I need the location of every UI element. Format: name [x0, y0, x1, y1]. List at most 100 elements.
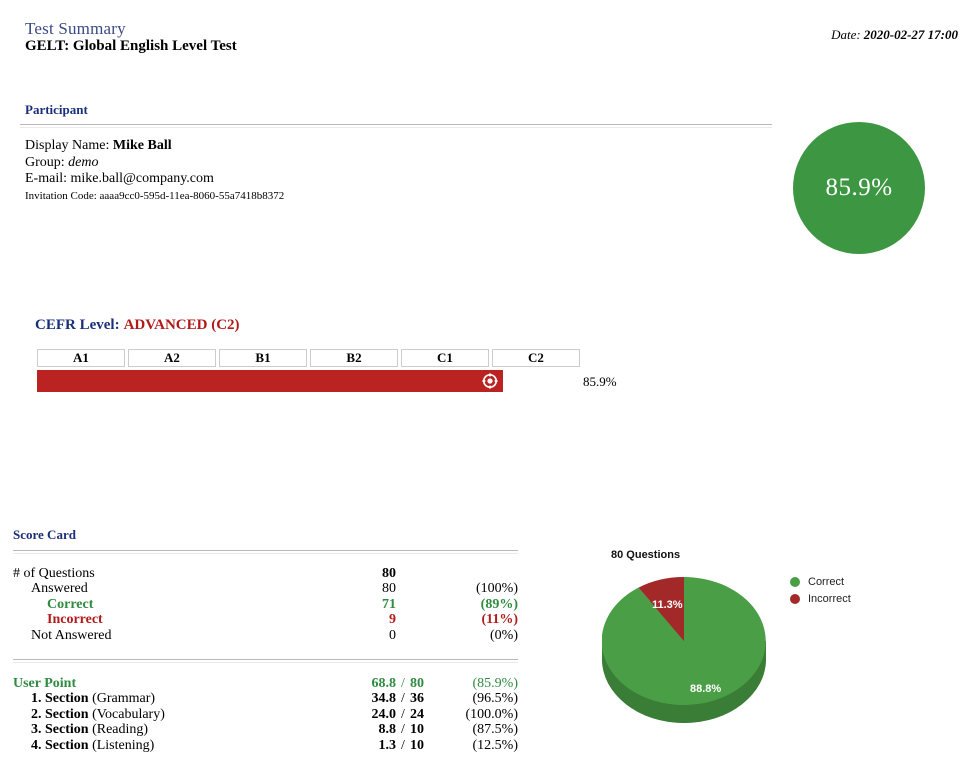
userpoint-row-total: 80: [410, 676, 424, 691]
userpoint-row-score: 34.8: [371, 691, 397, 707]
scorecard-row-value: 80: [382, 581, 396, 597]
userpoint-row-label: 4. Section (Listening): [13, 738, 336, 753]
overall-score-badge: 85.9%: [793, 122, 925, 254]
scorecard-row-spacer2: [410, 597, 446, 612]
userpoint-row-sublabel: (Reading): [92, 722, 149, 738]
participant-section-heading: Participant: [25, 102, 88, 117]
question-pie-chart: 80 Questions 11.3% 88.8% Correct Incorrec…: [590, 540, 966, 770]
group-value: demo: [68, 154, 99, 170]
scorecard-row-label: Not Answered: [31, 627, 112, 643]
scorecard-row: Incorrect 9 (11%): [13, 612, 518, 627]
pie-legend: Correct Incorrect: [790, 573, 851, 607]
display-name-label: Display Name:: [25, 138, 110, 153]
report-header: Test Summary GELT: Global English Level …: [0, 0, 966, 80]
userpoint-row-section: 4. Section: [31, 737, 89, 753]
scorecard-row-value: 80: [382, 566, 396, 581]
group-label: Group:: [25, 154, 65, 170]
scorecard-row-percent: (89%): [480, 596, 518, 612]
userpoint-row-total: 10: [410, 737, 424, 753]
userpoint-row-score: 8.8: [378, 722, 397, 738]
userpoint-row-sublabel: (Grammar): [92, 691, 156, 707]
participant-group-row: Group: demo: [25, 155, 284, 172]
cefr-level-cell-c2: C2: [492, 349, 580, 367]
scorecard-divider-middle: [13, 659, 518, 663]
userpoint-row-percent: (87.5%): [472, 722, 519, 738]
scorecard-row-label: Answered: [31, 581, 88, 597]
userpoint-row: 2. Section (Vocabulary) 24.0/ 24 (100.0%): [13, 707, 518, 722]
scorecard-row: # of Questions 80: [13, 566, 518, 581]
userpoint-row-sublabel: (Listening): [92, 737, 155, 753]
userpoint-row: 1. Section (Grammar) 34.8/ 36 (96.5%): [13, 691, 518, 706]
scorecard-row-percent: [446, 566, 518, 581]
userpoint-row-score: 68.8: [371, 676, 397, 691]
email-label: E-mail:: [25, 171, 67, 186]
scorecard-row-spacer2: [410, 628, 446, 643]
scorecard-row: Answered 80 (100%): [13, 581, 518, 596]
pie-legend-label: Correct: [808, 575, 845, 588]
overall-score-value: 85.9%: [825, 174, 893, 201]
test-name: GELT: Global English Level Test: [25, 38, 237, 54]
cefr-level-label: CEFR Level:: [35, 317, 120, 333]
scorecard-row-spacer2: [410, 566, 446, 581]
cefr-level-cell-b2: B2: [310, 349, 398, 367]
legend-color-dot-icon: [790, 576, 800, 587]
userpoint-row-percent: (100.0%): [465, 706, 519, 722]
pie-graphic: [601, 575, 782, 730]
cefr-bar-fill: [37, 370, 503, 392]
scorecard-section-heading: Score Card: [13, 527, 76, 542]
participant-divider: [20, 124, 772, 128]
scorecard-row-spacer: [396, 581, 410, 596]
cefr-level-cell-a2: A2: [128, 349, 216, 367]
scorecard-row-percent: (11%): [481, 612, 518, 628]
userpoint-row-total: 36: [410, 691, 424, 707]
userpoint-row-total: 10: [410, 722, 424, 738]
invitation-code-value: aaaa9cc0-595d-11ea-8060-55a7418b8372: [99, 189, 285, 202]
scorecard-row-value: 9: [389, 612, 396, 628]
userpoint-row-score: 1.3: [378, 737, 397, 753]
userpoint-table: User Point 68.8 / 80 (85.9%) 1. Section (Gram…: [13, 676, 518, 753]
email-value: mike.ball@company.com: [70, 171, 214, 186]
report-date-label: Date:: [831, 27, 861, 42]
userpoint-row-total: 24: [410, 706, 424, 722]
cefr-scale: A1 A2 B1 B2 C1 C2: [37, 349, 580, 367]
scorecard-table: # of Questions 80 Answered 80 (100%) Correct 7…: [13, 566, 518, 643]
pie-chart-title: 80 Questions: [611, 549, 681, 561]
userpoint-row-percent: (85.9%): [472, 676, 519, 691]
cefr-level-heading: CEFR Level: ADVANCED (C2): [35, 317, 240, 334]
userpoint-row-section: User Point: [13, 676, 77, 691]
userpoint-row-section: 1. Section: [31, 691, 89, 707]
userpoint-row-sublabel: (Vocabulary): [92, 706, 165, 722]
pie-legend-label: Incorrect: [808, 592, 851, 605]
userpoint-row-label: 2. Section (Vocabulary): [13, 707, 336, 722]
userpoint-row-label: 3. Section (Reading): [13, 722, 336, 737]
scorecard-row-value: 0: [389, 627, 396, 643]
userpoint-row-slash: /: [401, 706, 405, 722]
cefr-percent-text: 85.9%: [583, 374, 617, 389]
page-title: Test Summary: [25, 19, 126, 38]
cefr-bar-track: [37, 370, 580, 392]
legend-color-dot-icon: [790, 593, 800, 604]
participant-invitation-row: Invitation Code: aaaa9cc0-595d-11ea-8060…: [25, 189, 284, 204]
scorecard-divider-top: [13, 550, 518, 554]
pie-legend-item: Incorrect: [790, 590, 851, 607]
userpoint-row-slash: /: [401, 737, 405, 753]
userpoint-row-label: 1. Section (Grammar): [13, 691, 336, 706]
scorecard-row-spacer: [396, 612, 410, 627]
scorecard-row-label: Incorrect: [47, 612, 103, 628]
scorecard-row-spacer2: [410, 612, 446, 627]
report-date-value: 2020-02-27 17:00: [863, 27, 958, 42]
participant-email-row: E-mail: mike.ball@company.com: [25, 171, 284, 188]
userpoint-row: 3. Section (Reading) 8.8/ 10 (87.5%): [13, 722, 518, 737]
pie-slice-label-incorrect: 11.3%: [652, 599, 683, 611]
scorecard-row: Not Answered 0 (0%): [13, 628, 518, 643]
scorecard-row-percent: (0%): [490, 627, 518, 643]
display-name-value: Mike Ball: [112, 138, 172, 153]
report-date: Date: 2020-02-27 17:00: [831, 27, 958, 43]
scorecard-row-value: 71: [382, 596, 396, 612]
scorecard-row-spacer: [396, 597, 410, 612]
participant-display-name-row: Display Name: Mike Ball: [25, 138, 284, 155]
scorecard-row-spacer: [396, 566, 410, 581]
cefr-level-cell-b1: B1: [219, 349, 307, 367]
scorecard-row-label: # of Questions: [13, 566, 95, 581]
userpoint-row-label: User Point: [13, 676, 336, 691]
